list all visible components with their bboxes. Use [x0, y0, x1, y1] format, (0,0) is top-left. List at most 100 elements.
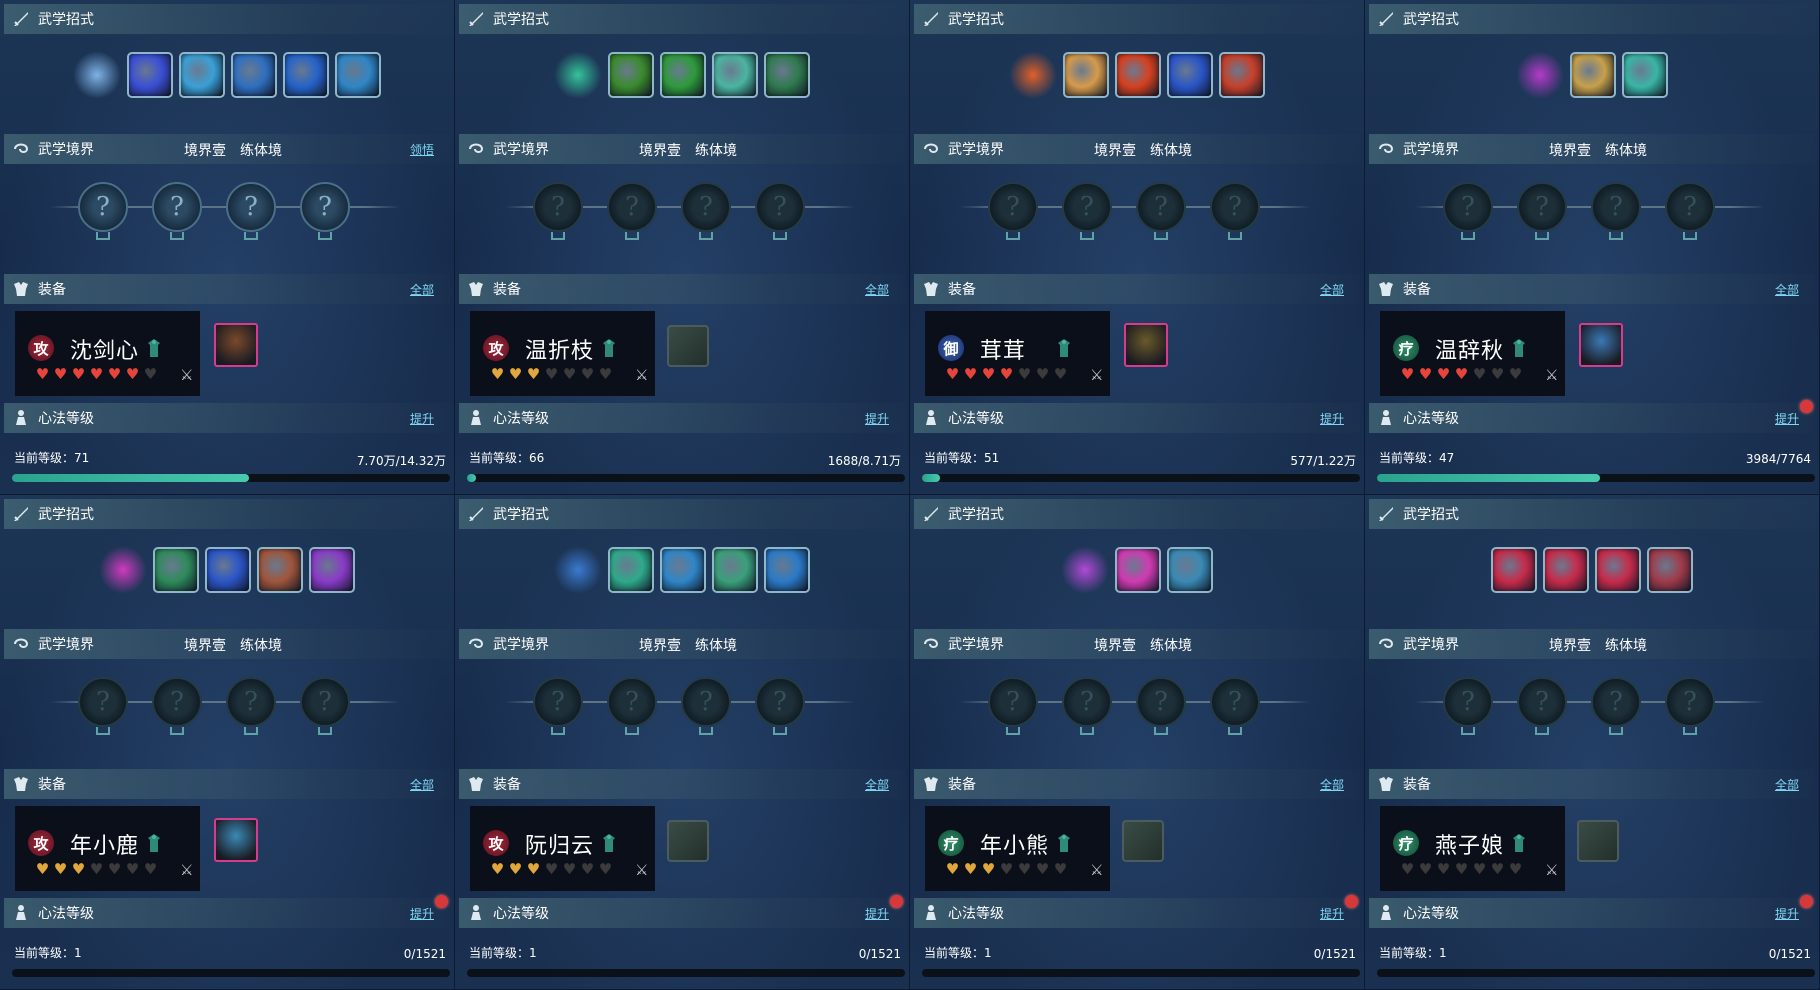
skill-icon-3[interactable] [712, 547, 758, 593]
skill-icon-1[interactable] [127, 52, 173, 98]
skill-icon-3[interactable] [712, 52, 758, 98]
realm-node-2[interactable]: ? [152, 182, 202, 232]
realm-node-4[interactable]: ? [300, 182, 350, 232]
character-card[interactable]: 疗 年小熊 ♥ ♥ ♥ ♥ ♥ ♥ ♥ ⚔ [925, 806, 1110, 891]
realm-node-1[interactable]: ? [1443, 677, 1493, 727]
skill-icon-1[interactable] [608, 547, 654, 593]
equipment-slot[interactable] [1577, 820, 1619, 862]
realm-node-1[interactable]: ? [1443, 182, 1493, 232]
realm-node-1[interactable]: ? [988, 677, 1038, 727]
realm-node-1[interactable]: ? [533, 677, 583, 727]
realm-node-2[interactable]: ? [1517, 182, 1567, 232]
equip-all-link[interactable]: 全部 [410, 281, 434, 298]
upgrade-link[interactable]: 提升 [1320, 905, 1344, 922]
skill-icon-2[interactable] [1543, 547, 1589, 593]
character-card[interactable]: 疗 温辞秋 ♥ ♥ ♥ ♥ ♥ ♥ ♥ ⚔ [1380, 311, 1565, 396]
realm-node-2[interactable]: ? [152, 677, 202, 727]
character-card[interactable]: 攻 阮归云 ♥ ♥ ♥ ♥ ♥ ♥ ♥ ⚔ [470, 806, 655, 891]
skill-main-icon[interactable] [1009, 51, 1057, 99]
realm-node-4[interactable]: ? [1210, 182, 1260, 232]
skill-icon-3[interactable] [231, 52, 277, 98]
skill-icon-2[interactable] [660, 547, 706, 593]
realm-node-4[interactable]: ? [755, 677, 805, 727]
realm-node-1[interactable]: ? [78, 182, 128, 232]
skill-main-icon[interactable] [554, 546, 602, 594]
realm-node-3[interactable]: ? [1591, 182, 1641, 232]
equip-all-link[interactable]: 全部 [1775, 776, 1799, 793]
equipment-slot[interactable] [214, 323, 258, 367]
skill-icon-1[interactable] [608, 52, 654, 98]
realm-node-3[interactable]: ? [1136, 677, 1186, 727]
realm-node-1[interactable]: ? [988, 182, 1038, 232]
skill-icon-4[interactable] [764, 52, 810, 98]
realm-node-3[interactable]: ? [1591, 677, 1641, 727]
skill-icon-4[interactable] [309, 547, 355, 593]
upgrade-link[interactable]: 提升 [1320, 410, 1344, 427]
skill-icon-4[interactable] [283, 52, 329, 98]
equip-all-link[interactable]: 全部 [865, 776, 889, 793]
character-card[interactable]: 攻 温折枝 ♥ ♥ ♥ ♥ ♥ ♥ ♥ ⚔ [470, 311, 655, 396]
equip-all-link[interactable]: 全部 [410, 776, 434, 793]
realm-node-1[interactable]: ? [533, 182, 583, 232]
equip-all-link[interactable]: 全部 [865, 281, 889, 298]
skill-icon-2[interactable] [205, 547, 251, 593]
comprehend-link[interactable]: 领悟 [410, 141, 434, 158]
skill-icon-1[interactable] [1491, 547, 1537, 593]
realm-node-4[interactable]: ? [755, 182, 805, 232]
equip-all-link[interactable]: 全部 [1320, 776, 1344, 793]
character-card[interactable]: 攻 沈剑心 ♥ ♥ ♥ ♥ ♥ ♥ ♥ ⚔ [15, 311, 200, 396]
realm-node-2[interactable]: ? [1062, 182, 1112, 232]
realm-node-3[interactable]: ? [681, 677, 731, 727]
upgrade-link[interactable]: 提升 [1775, 410, 1799, 427]
character-card[interactable]: 疗 燕子娘 ♥ ♥ ♥ ♥ ♥ ♥ ♥ ⚔ [1380, 806, 1565, 891]
upgrade-link[interactable]: 提升 [865, 905, 889, 922]
skill-icon-5[interactable] [335, 52, 381, 98]
skill-main-icon[interactable] [1061, 546, 1109, 594]
upgrade-link[interactable]: 提升 [865, 410, 889, 427]
skill-main-icon[interactable] [554, 51, 602, 99]
upgrade-link[interactable]: 提升 [1775, 905, 1799, 922]
realm-node-3[interactable]: ? [226, 182, 276, 232]
equipment-slot[interactable] [1122, 820, 1164, 862]
equipment-slot[interactable] [1124, 323, 1168, 367]
skill-icon-2[interactable] [1167, 547, 1213, 593]
equipment-slot[interactable] [214, 818, 258, 862]
skill-icon-2[interactable] [1622, 52, 1668, 98]
upgrade-link[interactable]: 提升 [410, 410, 434, 427]
realm-node-2[interactable]: ? [1517, 677, 1567, 727]
realm-node-2[interactable]: ? [607, 677, 657, 727]
equipment-slot[interactable] [1579, 323, 1623, 367]
skill-icon-3[interactable] [1167, 52, 1213, 98]
skill-icon-1[interactable] [1570, 52, 1616, 98]
upgrade-link[interactable]: 提升 [410, 905, 434, 922]
skill-icon-4[interactable] [764, 547, 810, 593]
skill-main-icon[interactable] [99, 546, 147, 594]
realm-node-4[interactable]: ? [1665, 182, 1715, 232]
skill-icon-1[interactable] [153, 547, 199, 593]
skill-icon-3[interactable] [1595, 547, 1641, 593]
skill-icon-2[interactable] [179, 52, 225, 98]
realm-node-4[interactable]: ? [300, 677, 350, 727]
skill-main-icon[interactable] [73, 51, 121, 99]
equipment-slot[interactable] [667, 820, 709, 862]
realm-node-3[interactable]: ? [226, 677, 276, 727]
character-card[interactable]: 御 茸茸 ♥ ♥ ♥ ♥ ♥ ♥ ♥ ⚔ [925, 311, 1110, 396]
skill-icon-3[interactable] [257, 547, 303, 593]
realm-node-4[interactable]: ? [1665, 677, 1715, 727]
equip-all-link[interactable]: 全部 [1320, 281, 1344, 298]
skill-icon-4[interactable] [1219, 52, 1265, 98]
realm-node-2[interactable]: ? [607, 182, 657, 232]
realm-node-3[interactable]: ? [1136, 182, 1186, 232]
skill-icon-1[interactable] [1063, 52, 1109, 98]
realm-node-4[interactable]: ? [1210, 677, 1260, 727]
skill-icon-2[interactable] [660, 52, 706, 98]
skill-icon-2[interactable] [1115, 52, 1161, 98]
character-card[interactable]: 攻 年小鹿 ♥ ♥ ♥ ♥ ♥ ♥ ♥ ⚔ [15, 806, 200, 891]
realm-node-3[interactable]: ? [681, 182, 731, 232]
equip-all-link[interactable]: 全部 [1775, 281, 1799, 298]
skill-icon-4[interactable] [1647, 547, 1693, 593]
skill-main-icon[interactable] [1516, 51, 1564, 99]
realm-node-1[interactable]: ? [78, 677, 128, 727]
skill-icon-1[interactable] [1115, 547, 1161, 593]
equipment-slot[interactable] [667, 325, 709, 367]
